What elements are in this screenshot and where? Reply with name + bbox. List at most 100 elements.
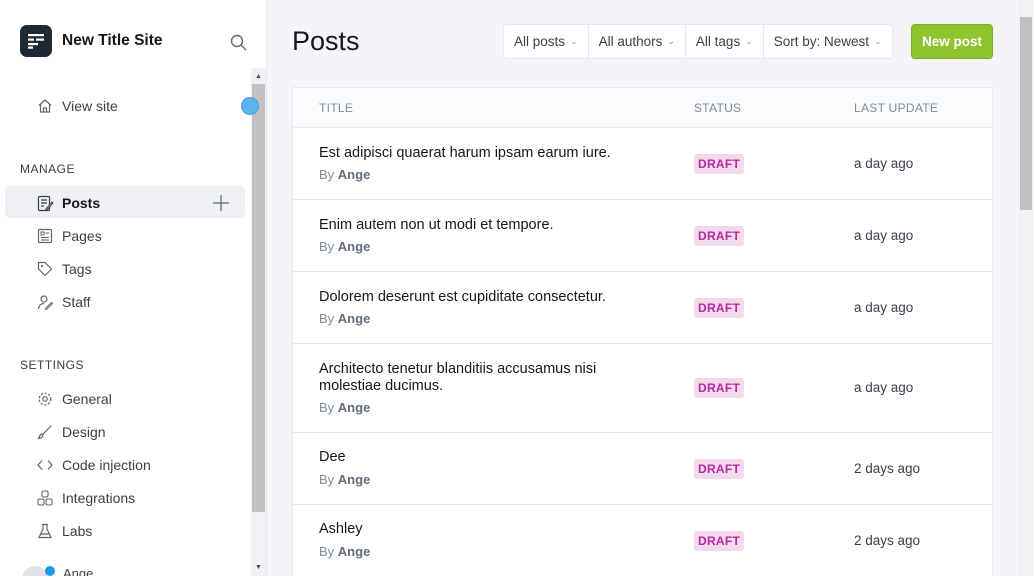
post-author-name: Ange: [337, 400, 371, 415]
post-author-name: Ange: [337, 167, 371, 182]
post-title[interactable]: Dolorem deserunt est cupiditate consecte…: [319, 289, 659, 306]
sidebar-item-view-site[interactable]: View site: [36, 96, 118, 116]
sidebar-item-pages[interactable]: Pages: [36, 226, 102, 246]
site-logo-icon: [20, 25, 52, 57]
filter-label: All tags: [695, 34, 741, 49]
filter-tags-dropdown[interactable]: All tags ⌄: [686, 25, 764, 58]
user-name[interactable]: Ange: [63, 566, 93, 576]
post-author: By Ange: [319, 472, 370, 487]
post-author: By Ange: [319, 167, 370, 182]
post-author-prefix: By: [319, 311, 335, 326]
filter-label: All posts: [514, 34, 566, 49]
last-update: 2 days ago: [854, 533, 921, 548]
sidebar-item-label: Posts: [62, 195, 101, 211]
post-title[interactable]: Ashley: [319, 521, 659, 538]
chevron-down-icon: ⌄: [667, 36, 675, 46]
sidebar-item-label: Integrations: [62, 490, 136, 506]
last-update: a day ago: [854, 156, 914, 171]
last-update: a day ago: [854, 380, 914, 395]
flask-icon: [36, 522, 54, 540]
post-title[interactable]: Architecto tenetur blanditiis accusamus …: [319, 361, 659, 395]
gear-icon: [36, 390, 54, 408]
posts-table: TITLE STATUS LAST UPDATE Est adipisci qu…: [292, 87, 993, 576]
last-update: a day ago: [854, 300, 914, 315]
table-header: TITLE STATUS LAST UPDATE: [293, 88, 992, 128]
posts-icon: [36, 194, 54, 212]
sidebar-item-design[interactable]: Design: [36, 422, 106, 442]
sidebar-item-posts[interactable]: Posts: [36, 193, 100, 213]
sidebar-item-tags[interactable]: Tags: [36, 259, 92, 279]
chevron-down-icon: ⌄: [570, 36, 578, 46]
scroll-up-arrow-icon[interactable]: ▲: [251, 69, 266, 83]
post-title[interactable]: Est adipisci quaerat harum ipsam earum i…: [319, 145, 659, 162]
last-update: 2 days ago: [854, 461, 921, 476]
table-row[interactable]: Architecto tenetur blanditiis accusamus …: [293, 344, 992, 433]
post-title[interactable]: Dee: [319, 449, 659, 466]
column-header-last-update: LAST UPDATE: [854, 101, 939, 115]
brush-icon: [36, 423, 54, 441]
brand[interactable]: New Title Site: [20, 25, 163, 57]
filter-bar: All posts ⌄ All authors ⌄ All tags ⌄ Sor…: [503, 24, 893, 59]
sidebar-item-code-injection[interactable]: Code injection: [36, 455, 151, 475]
table-row[interactable]: Ashley By Ange DRAFT 2 days ago: [293, 505, 992, 576]
chevron-down-icon: ⌄: [745, 36, 753, 46]
post-title[interactable]: Enim autem non ut modi et tempore.: [319, 217, 659, 234]
post-author-name: Ange: [337, 544, 371, 559]
post-author-prefix: By: [319, 544, 335, 559]
sidebar-item-label: Design: [62, 424, 106, 440]
scroll-down-arrow-icon[interactable]: ▼: [251, 560, 266, 574]
sidebar-item-labs[interactable]: Labs: [36, 521, 92, 541]
sidebar-item-label: Labs: [62, 523, 93, 539]
sidebar-item-label: Tags: [62, 261, 92, 277]
post-author: By Ange: [319, 239, 370, 254]
post-author: By Ange: [319, 544, 370, 559]
manage-section-title: MANAGE: [20, 162, 76, 176]
post-author-prefix: By: [319, 472, 335, 487]
sidebar-item-staff[interactable]: Staff: [36, 292, 91, 312]
sidebar-item-label: Staff: [62, 294, 91, 310]
sidebar-item-general[interactable]: General: [36, 389, 112, 409]
status-badge: DRAFT: [694, 531, 745, 551]
post-author-name: Ange: [337, 472, 371, 487]
status-badge: DRAFT: [694, 378, 745, 398]
page-title: Posts: [292, 26, 360, 56]
status-badge: DRAFT: [694, 226, 745, 246]
add-post-icon[interactable]: [211, 193, 231, 213]
search-icon[interactable]: [228, 32, 248, 52]
sidebar-item-integrations[interactable]: Integrations: [36, 488, 135, 508]
online-status-dot: [45, 566, 55, 576]
post-author-name: Ange: [337, 239, 371, 254]
column-header-title: TITLE: [319, 101, 354, 115]
pages-icon: [36, 227, 54, 245]
site-name: New Title Site: [62, 32, 163, 49]
table-row[interactable]: Est adipisci quaerat harum ipsam earum i…: [293, 128, 992, 200]
new-post-button[interactable]: New post: [911, 24, 993, 59]
sidebar-item-label: Pages: [62, 228, 102, 244]
status-badge: DRAFT: [694, 459, 745, 479]
sort-dropdown[interactable]: Sort by: Newest ⌄: [764, 25, 892, 58]
resize-handle[interactable]: [241, 97, 259, 115]
filter-label: All authors: [598, 34, 663, 49]
column-header-status: STATUS: [694, 101, 742, 115]
post-author: By Ange: [319, 400, 370, 415]
tag-icon: [36, 260, 54, 278]
filter-posts-dropdown[interactable]: All posts ⌄: [504, 25, 589, 58]
integrations-icon: [36, 489, 54, 507]
sidebar-item-label: Code injection: [62, 457, 151, 473]
main-scrollbar-thumb[interactable]: [1020, 17, 1032, 210]
table-row[interactable]: Dee By Ange DRAFT 2 days ago: [293, 433, 992, 505]
code-icon: [36, 456, 54, 474]
table-row[interactable]: Dolorem deserunt est cupiditate consecte…: [293, 272, 992, 344]
chevron-down-icon: ⌄: [874, 36, 882, 46]
post-author: By Ange: [319, 311, 370, 326]
table-row[interactable]: Enim autem non ut modi et tempore. By An…: [293, 200, 992, 272]
sidebar-item-label: General: [62, 391, 112, 407]
sidebar-scrollbar-thumb[interactable]: [252, 84, 265, 512]
home-icon: [36, 97, 54, 115]
settings-section-title: SETTINGS: [20, 358, 85, 372]
filter-label: Sort by: Newest: [773, 34, 870, 49]
post-author-prefix: By: [319, 239, 335, 254]
sidebar-item-label: View site: [62, 98, 118, 114]
staff-icon: [36, 293, 54, 311]
filter-authors-dropdown[interactable]: All authors ⌄: [589, 25, 686, 58]
